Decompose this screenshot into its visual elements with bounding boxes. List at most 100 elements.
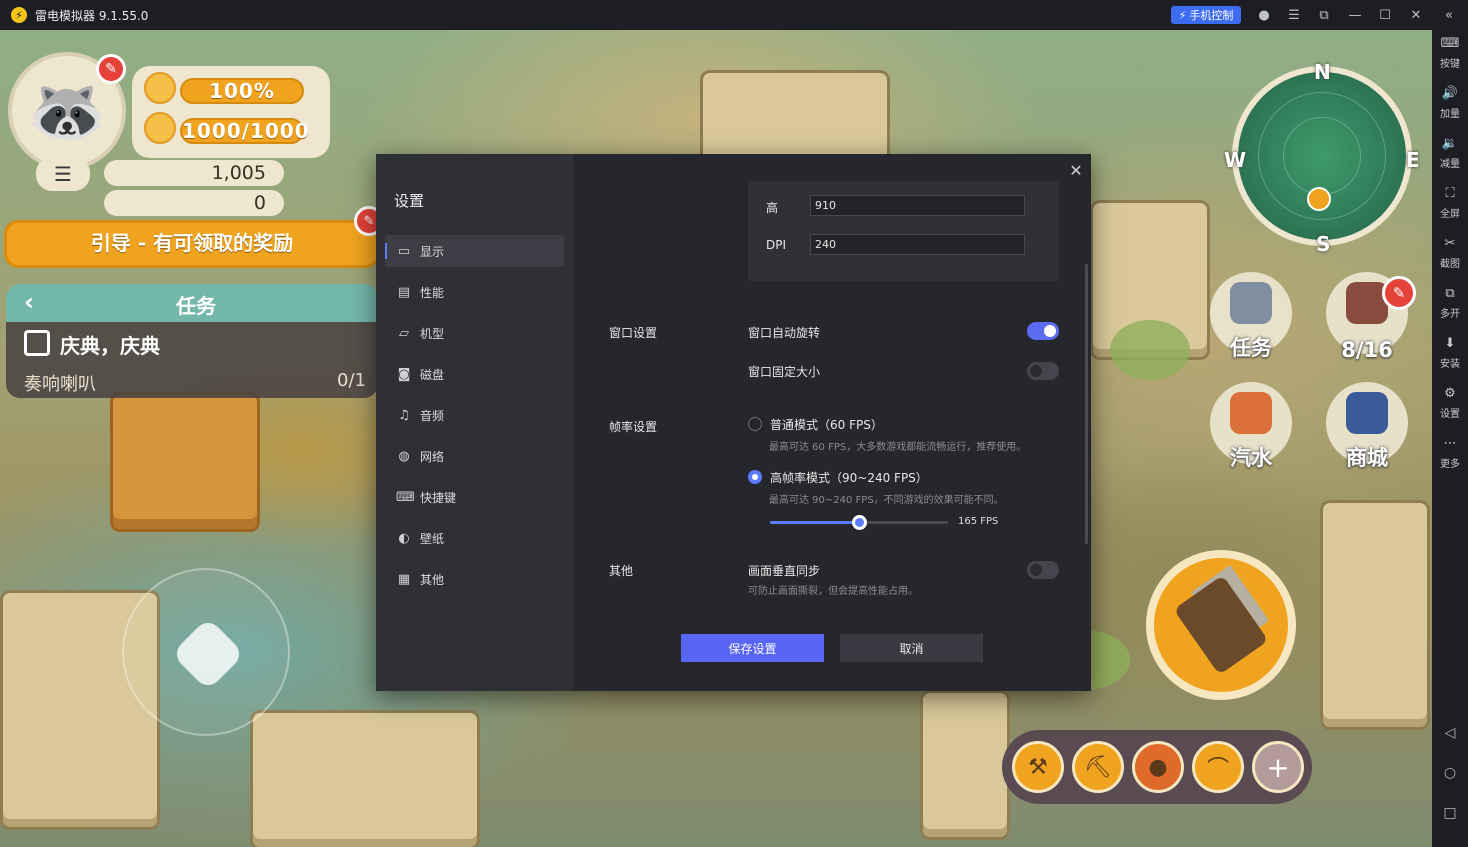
menu-icon[interactable]: ☰ [1285, 6, 1303, 24]
joystick-knob[interactable] [171, 617, 245, 691]
dpi-input[interactable] [810, 234, 1025, 255]
fixed-size-toggle[interactable] [1027, 362, 1059, 380]
high-fps-mode-label[interactable]: 高帧率模式（90~240 FPS） [770, 469, 928, 486]
monitor-icon: ▭ [397, 243, 411, 259]
hay-bale [110, 392, 260, 532]
notification-badge-icon: ✎ [96, 54, 126, 84]
nav-item-display[interactable]: ▭ 显示 [385, 235, 564, 267]
recents-icon[interactable]: □ [1441, 804, 1459, 822]
restore-window-icon[interactable]: ⧉ [1315, 6, 1333, 24]
compass-east: E [1406, 148, 1420, 172]
home-icon[interactable]: ○ [1441, 764, 1459, 782]
hamburger-menu-icon[interactable]: ☰ [36, 157, 90, 191]
task-item[interactable]: 庆典，庆典 奏响喇叭 0/1 [6, 322, 378, 398]
back-icon[interactable]: ◁ [1441, 724, 1459, 742]
nav-item-disk[interactable]: ◙ 磁盘 [385, 358, 564, 390]
close-window-icon[interactable]: ✕ [1407, 6, 1425, 24]
nav-item-network[interactable]: ◍ 网络 [385, 440, 564, 472]
shop-book-icon [1346, 392, 1388, 434]
scroll-icon [24, 330, 50, 356]
guide-banner[interactable]: 引导 - 有可领取的奖励 [4, 220, 380, 268]
window-section-label: 窗口设置 [609, 326, 658, 340]
close-icon[interactable]: ✕ [1066, 160, 1086, 180]
emulator-sidebar: ⌨ 按键 🔊 加量 🔉 减量 ⛶ 全屏 ✂ 截图 ⧉ 多开 ⬇ 安装 ⚙ 设置 ⋯ 更多 ◁ ○ … [1432, 30, 1468, 847]
disk-icon: ◙ [397, 366, 411, 382]
settings-dialog: 设置 ▭ 显示 ▤ 性能 ▱ 机型 ◙ 磁盘 ♫ 音频 ◍ 网络 ⌨ 快捷键 ◐ 壁纸 ▦ 其他 … [376, 154, 1091, 691]
sidebar-volume-down[interactable]: 🔉 减量 [1432, 136, 1468, 170]
energy-icon [144, 112, 176, 144]
settings-scrollbar[interactable] [1085, 264, 1088, 544]
sidebar-settings[interactable]: ⚙ 设置 [1432, 386, 1468, 420]
normal-mode-label[interactable]: 普通模式（60 FPS） [770, 416, 883, 433]
level-percent: 100% [180, 78, 304, 104]
sidebar-keymap[interactable]: ⌨ 按键 [1432, 36, 1468, 70]
wallpaper-icon: ◐ [398, 530, 410, 546]
gem-count: 0 [104, 190, 284, 216]
settings-title: 设置 [394, 192, 425, 210]
user-icon[interactable]: ● [1255, 6, 1273, 24]
phone-control-button[interactable]: ⚡ 手机控制 [1171, 6, 1241, 24]
nav-item-performance[interactable]: ▤ 性能 [385, 276, 564, 308]
fps-slider[interactable] [770, 515, 948, 530]
audio-icon: ♫ [398, 407, 410, 423]
level-icon [144, 72, 176, 104]
axe-slot-icon[interactable]: ⚒ [1012, 741, 1064, 793]
sidebar-multi-instance[interactable]: ⧉ 多开 [1432, 286, 1468, 320]
auto-rotate-label: 窗口自动旋转 [748, 326, 821, 340]
vsync-toggle[interactable] [1027, 561, 1059, 579]
normal-mode-radio[interactable] [748, 417, 762, 431]
cancel-button[interactable]: 取消 [840, 634, 983, 662]
app-title: 雷电模拟器 9.1.55.0 [35, 8, 149, 23]
compass-west: W [1224, 148, 1247, 172]
tool-action-button[interactable] [1146, 550, 1296, 700]
item-slot-icon[interactable]: ● [1132, 741, 1184, 793]
height-input[interactable] [810, 195, 1025, 216]
soda-button[interactable]: 汽水 [1210, 382, 1292, 470]
vsync-desc: 可防止画面撕裂，但会提高性能占用。 [748, 586, 918, 597]
dpi-label: DPI [766, 238, 787, 252]
task-objective: 奏响喇叭 [24, 374, 96, 395]
bag-badge-icon: ✎ [1382, 276, 1416, 310]
energy-value: 1000/1000 [180, 118, 310, 144]
minimap-compass[interactable]: N S E W [1224, 60, 1420, 256]
save-settings-button[interactable]: 保存设置 [681, 634, 824, 662]
tasks-button[interactable]: 任务 [1210, 272, 1292, 360]
rock-terrain [1320, 500, 1430, 730]
virtual-joystick[interactable] [122, 568, 290, 736]
auto-rotate-toggle[interactable] [1027, 322, 1059, 340]
title-bar: ⚡ 雷电模拟器 9.1.55.0 ⚡ 手机控制 ● ☰ ⧉ — ☐ ✕ « [0, 0, 1468, 30]
tool-hotbar: ⚒ ⛏ ● ⌒ + [1002, 730, 1312, 804]
lightning-icon: ⚡ [1178, 8, 1187, 22]
sidebar-screenshot[interactable]: ✂ 截图 [1432, 236, 1468, 270]
shop-button[interactable]: 商城 [1326, 382, 1408, 470]
maximize-icon[interactable]: ☐ [1376, 6, 1394, 24]
add-slot-icon[interactable]: + [1252, 741, 1304, 793]
fps-slider-thumb[interactable] [852, 515, 867, 530]
fixed-size-label: 窗口固定大小 [748, 365, 821, 379]
sidebar-volume-up[interactable]: 🔊 加量 [1432, 86, 1468, 120]
nav-item-device-model[interactable]: ▱ 机型 [385, 317, 564, 349]
rock-terrain [920, 690, 1010, 840]
volume-up-icon: 🔊 [1441, 86, 1459, 101]
nav-item-audio[interactable]: ♫ 音频 [385, 399, 564, 431]
minimize-icon[interactable]: — [1346, 6, 1364, 24]
normal-mode-desc: 最高可达 60 FPS，大多数游戏都能流畅运行，推荐使用。 [769, 442, 1027, 453]
vsync-label: 画面垂直同步 [748, 564, 821, 578]
pickaxe-slot-icon[interactable]: ⛏ [1072, 741, 1124, 793]
toggle-knob [1030, 365, 1042, 377]
rock-terrain [250, 710, 480, 847]
sidebar-fullscreen[interactable]: ⛶ 全屏 [1432, 186, 1468, 220]
sidebar-install[interactable]: ⬇ 安装 [1432, 336, 1468, 370]
resolution-card: 高 DPI [748, 181, 1059, 281]
fps-value: 165 FPS [958, 516, 999, 527]
fps-slider-fill [770, 521, 859, 524]
high-fps-mode-radio[interactable] [748, 470, 762, 484]
fishing-rod-slot-icon[interactable]: ⌒ [1192, 741, 1244, 793]
nav-item-wallpaper[interactable]: ◐ 壁纸 [385, 522, 564, 554]
sidebar-more[interactable]: ⋯ 更多 [1432, 436, 1468, 470]
nav-item-other[interactable]: ▦ 其他 [385, 563, 564, 595]
other-section-label: 其他 [609, 564, 634, 578]
nav-item-shortcuts[interactable]: ⌨ 快捷键 [385, 481, 564, 513]
task-panel[interactable]: ‹ 任务 庆典，庆典 奏响喇叭 0/1 [6, 284, 378, 398]
collapse-sidebar-icon[interactable]: « [1440, 6, 1458, 24]
